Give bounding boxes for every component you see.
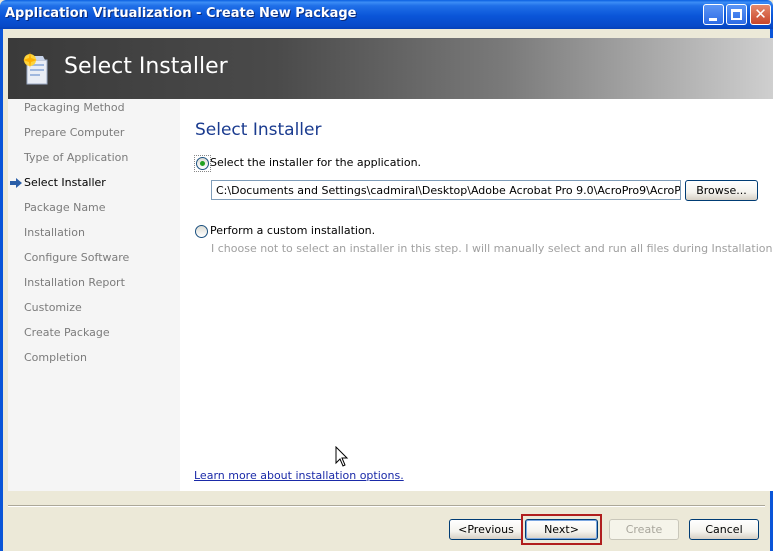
- window-title: Application Virtualization - Create New …: [5, 6, 357, 21]
- close-icon: ✕: [754, 5, 767, 23]
- custom-install-description: I choose not to select an installer in t…: [211, 242, 773, 255]
- installer-radio-label[interactable]: Select the installer for the application…: [210, 156, 421, 169]
- maximize-icon: [731, 9, 742, 20]
- package-wizard-icon: [23, 52, 48, 85]
- maximize-button[interactable]: [726, 4, 747, 25]
- current-step-arrow-icon: [10, 178, 22, 188]
- nav-step-customize: Customize: [24, 301, 82, 314]
- close-button[interactable]: ✕: [750, 4, 771, 25]
- minimize-icon: [709, 18, 717, 21]
- custom-install-radio-label[interactable]: Perform a custom installation.: [210, 224, 375, 237]
- nav-step-type-of-application: Type of Application: [24, 151, 129, 164]
- nav-step-completion: Completion: [24, 351, 88, 364]
- wizard-banner: Select Installer: [8, 38, 773, 99]
- nav-step-configure-software: Configure Software: [24, 251, 130, 264]
- nav-step-prepare-computer: Prepare Computer: [24, 126, 125, 139]
- installer-path-field[interactable]: C:\Documents and Settings\cadmiral\Deskt…: [211, 180, 681, 200]
- nav-step-select-installer: Select Installer: [24, 176, 106, 189]
- banner-title: Select Installer: [64, 54, 228, 79]
- installer-radio[interactable]: [196, 157, 209, 170]
- wizard-steps-nav: Packaging Method Prepare Computer Type o…: [8, 99, 180, 491]
- nav-step-installation: Installation: [24, 226, 85, 239]
- nav-step-installation-report: Installation Report: [24, 276, 125, 289]
- cancel-button[interactable]: Cancel: [689, 519, 759, 540]
- nav-step-packaging-method: Packaging Method: [24, 101, 125, 114]
- minimize-button[interactable]: [703, 4, 724, 25]
- next-button[interactable]: Next>: [525, 519, 598, 540]
- nav-step-create-package: Create Package: [24, 326, 110, 339]
- custom-install-radio[interactable]: [195, 225, 208, 238]
- nav-step-package-name: Package Name: [24, 201, 106, 214]
- browse-button[interactable]: Browse...: [685, 180, 758, 201]
- footer-separator: [8, 505, 765, 507]
- previous-button[interactable]: <Previous: [449, 519, 523, 540]
- content-panel: Select Installer Select the installer fo…: [180, 99, 773, 491]
- mouse-cursor-icon: [335, 446, 349, 467]
- learn-more-link[interactable]: Learn more about installation options.: [194, 469, 404, 482]
- create-button[interactable]: Create: [609, 519, 679, 540]
- window-titlebar[interactable]: Application Virtualization - Create New …: [0, 0, 773, 29]
- page-title: Select Installer: [195, 120, 322, 140]
